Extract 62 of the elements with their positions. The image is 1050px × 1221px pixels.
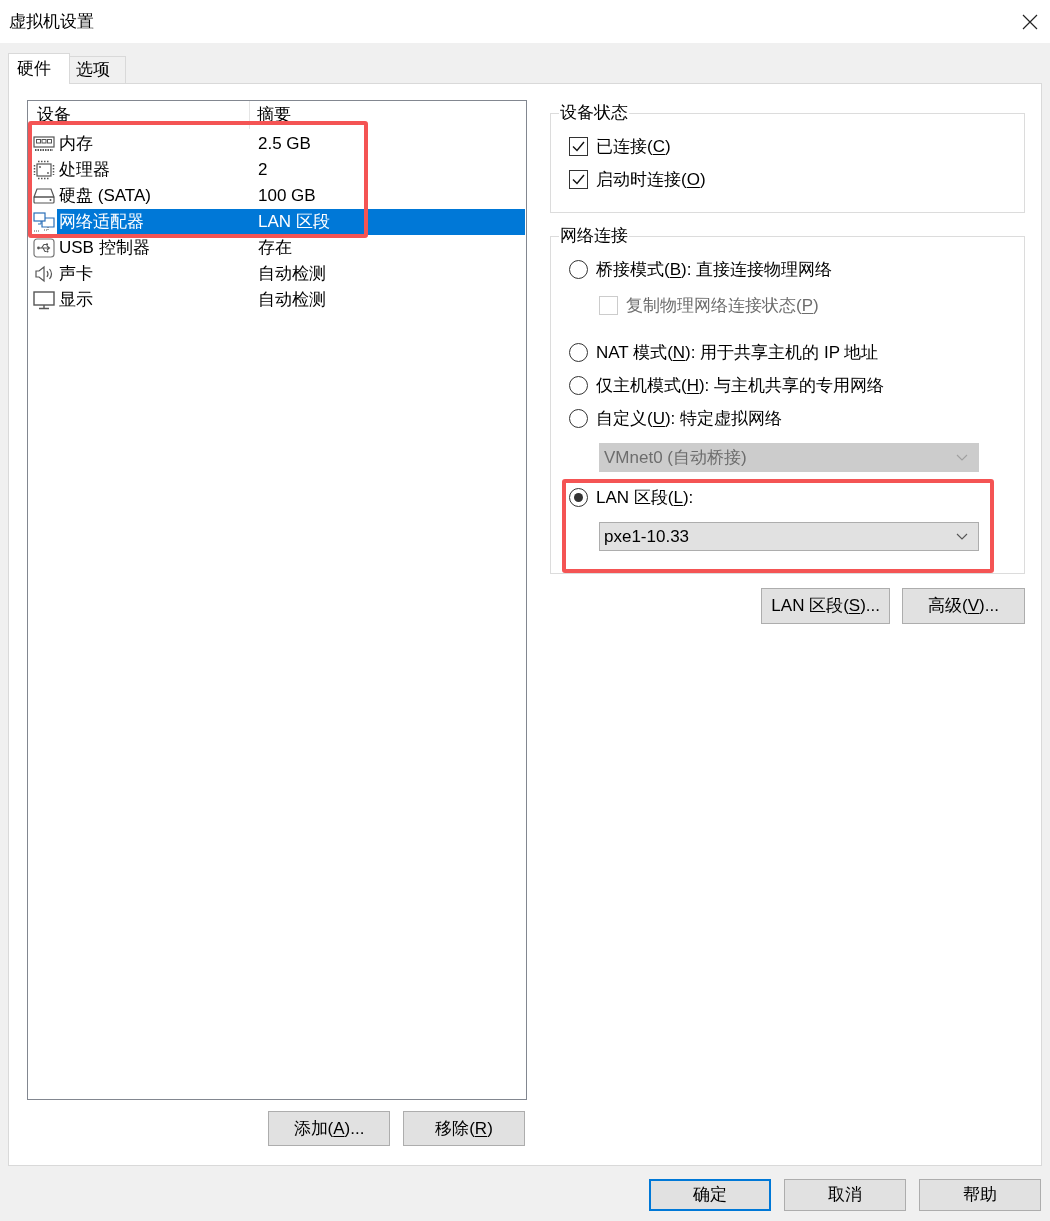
chip-icon: [33, 160, 55, 180]
device-name: 声卡: [58, 263, 94, 286]
device-name: 硬盘 (SATA): [58, 185, 152, 208]
device-name: 内存: [58, 133, 94, 156]
group-title: 网络连接: [559, 225, 629, 247]
device-summary: 自动检测: [258, 289, 326, 312]
usb-icon: [33, 238, 55, 258]
checkmark-icon: [572, 174, 585, 185]
device-summary: 自动检测: [258, 263, 326, 286]
radio-button[interactable]: [569, 376, 588, 395]
device-summary: 存在: [258, 237, 292, 260]
speaker-icon: [33, 264, 55, 284]
tab[interactable]: 硬件: [8, 53, 70, 84]
group-title: 设备状态: [559, 102, 629, 124]
dialog-button[interactable]: 确定: [649, 1179, 771, 1211]
dialog-button[interactable]: 帮助: [919, 1179, 1041, 1211]
network-action-button[interactable]: LAN 区段(S)...: [761, 588, 890, 624]
device-summary: LAN 区段: [258, 211, 330, 234]
radio-button[interactable]: [569, 260, 588, 279]
radio-button[interactable]: [569, 488, 588, 507]
dialog-button[interactable]: 取消: [784, 1179, 906, 1211]
device-row[interactable]: 显示 自动检测: [28, 287, 526, 313]
radio-label[interactable]: 桥接模式(B): 直接连接物理网络: [596, 256, 833, 283]
device-summary: 2.5 GB: [258, 133, 311, 156]
device-row[interactable]: 声卡 自动检测: [28, 261, 526, 287]
device-name: USB 控制器: [58, 237, 151, 260]
dropdown[interactable]: pxe1-10.33: [599, 522, 979, 551]
memory-module-icon: [33, 134, 55, 154]
window-title: 虚拟机设置: [9, 10, 94, 33]
network-icon: [33, 212, 55, 232]
device-summary: 2: [258, 159, 268, 182]
device-action-button[interactable]: 添加(A)...: [268, 1111, 390, 1146]
network-action-button[interactable]: 高级(V)...: [902, 588, 1025, 624]
checkbox-label[interactable]: 已连接(C): [596, 133, 671, 160]
column-header[interactable]: 设备: [28, 101, 250, 129]
checkbox[interactable]: [569, 170, 588, 189]
device-name: 处理器: [58, 159, 111, 182]
radio-label[interactable]: LAN 区段(L):: [596, 484, 694, 511]
checkmark-icon: [572, 141, 585, 152]
dropdown-value: pxe1-10.33: [604, 525, 690, 548]
checkbox-label[interactable]: 启动时连接(O): [596, 166, 706, 193]
chevron-down-icon: [956, 533, 968, 540]
radio-label[interactable]: 自定义(U): 特定虚拟网络: [596, 405, 783, 432]
device-row[interactable]: 内存 2.5 GB: [28, 131, 526, 157]
close-icon: [1022, 13, 1038, 30]
device-summary: 100 GB: [258, 185, 316, 208]
device-row[interactable]: 硬盘 (SATA) 100 GB: [28, 183, 526, 209]
dropdown-value: VMnet0 (自动桥接): [604, 446, 747, 469]
hard-drive-icon: [33, 186, 55, 206]
checkbox[interactable]: [569, 137, 588, 156]
radio-button[interactable]: [569, 343, 588, 362]
device-action-button[interactable]: 移除(R): [403, 1111, 525, 1146]
monitor-icon: [33, 290, 55, 310]
radio-label[interactable]: NAT 模式(N): 用于共享主机的 IP 地址: [596, 339, 879, 366]
chevron-down-icon: [956, 454, 968, 461]
device-row[interactable]: 处理器 2: [28, 157, 526, 183]
device-name: 显示: [58, 289, 94, 312]
device-name: 网络适配器: [58, 211, 145, 234]
radio-button[interactable]: [569, 409, 588, 428]
device-row[interactable]: USB 控制器 存在: [28, 235, 526, 261]
radio-label[interactable]: 仅主机模式(H): 与主机共享的专用网络: [596, 372, 885, 399]
tab[interactable]: 选项: [70, 56, 126, 83]
